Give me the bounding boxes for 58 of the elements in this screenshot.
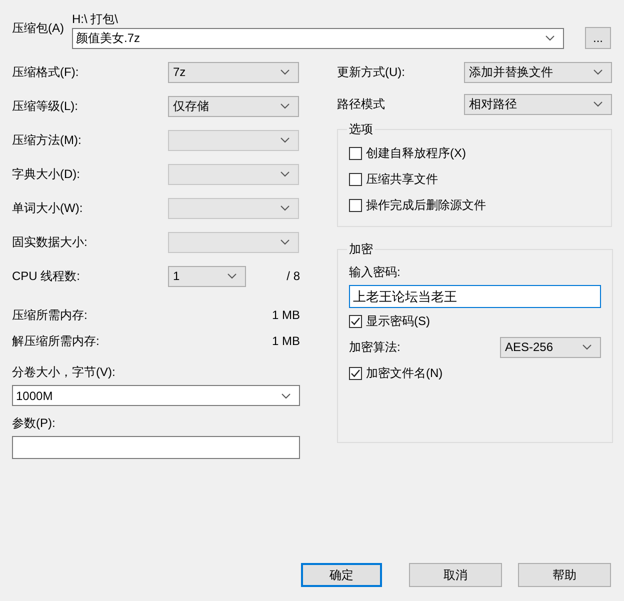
dropdown[interactable]: 1: [168, 266, 246, 286]
memory-value: 1 MB: [272, 308, 300, 322]
checkbox-label[interactable]: 压缩共享文件: [366, 170, 438, 188]
group-title: 选项: [348, 121, 374, 138]
checkbox[interactable]: [349, 146, 362, 160]
chevron-icon: [280, 137, 290, 143]
memory-value: 1 MB: [272, 334, 300, 348]
field-label: 参数(P):: [12, 415, 56, 431]
input-field[interactable]: [12, 436, 300, 459]
password-field[interactable]: 上老王论坛当老王: [349, 285, 601, 308]
field-label: 更新方式(U):: [337, 64, 405, 80]
chevron-icon: [280, 171, 290, 177]
dialog-button[interactable]: 帮助: [518, 563, 611, 587]
chevron-icon: [593, 69, 603, 75]
field-label: 压缩等级(L):: [12, 98, 79, 114]
field-label: 压缩方法(M):: [12, 132, 82, 148]
dialog-button[interactable]: 确定: [301, 563, 382, 587]
path-text: H:\ 打包\: [72, 12, 120, 27]
dropdown[interactable]: 仅存储: [168, 96, 299, 116]
memory-label: 解压缩所需内存:: [12, 332, 100, 350]
dropdown[interactable]: 7z: [168, 62, 299, 82]
dropdown[interactable]: 颜值美女.7z: [72, 28, 564, 48]
checkbox-label[interactable]: 创建自释放程序(X): [366, 144, 466, 162]
group-title: 加密: [348, 241, 374, 258]
browse-button[interactable]: ...: [585, 27, 611, 49]
field-label: 固实数据大小:: [12, 234, 88, 250]
field-label: 分卷大小，字节(V):: [12, 364, 116, 380]
dialog-button[interactable]: 取消: [409, 563, 502, 587]
field-label: 压缩格式(F):: [12, 64, 80, 80]
field-label: 加密算法:: [349, 338, 400, 356]
checkbox[interactable]: [349, 172, 362, 186]
field-label: 单词大小(W):: [12, 200, 84, 216]
checkbox[interactable]: [349, 314, 362, 328]
checkbox[interactable]: [349, 198, 362, 212]
field-label: 压缩包(A): [12, 20, 65, 37]
field-label: 输入密码:: [349, 264, 402, 280]
field-label: 字典大小(D):: [12, 166, 81, 182]
chevron-icon: [545, 35, 555, 41]
thread-total: / 8: [286, 269, 300, 283]
chevron-icon: [593, 101, 603, 107]
chevron-icon: [582, 344, 592, 350]
chevron-icon: [227, 273, 237, 279]
chevron-icon: [280, 103, 290, 109]
checkbox-label[interactable]: 操作完成后删除源文件: [366, 196, 486, 214]
dropdown[interactable]: 添加并替换文件: [464, 62, 612, 82]
chevron-icon: [280, 205, 290, 211]
memory-label: 压缩所需内存:: [12, 306, 88, 324]
checkbox-label[interactable]: 加密文件名(N): [366, 364, 443, 382]
dropdown[interactable]: AES-256: [500, 336, 601, 358]
chevron-icon: [280, 69, 290, 75]
chevron-icon: [281, 392, 291, 398]
field-label: 路径模式: [337, 96, 385, 112]
chevron-icon: [280, 239, 290, 245]
dropdown[interactable]: 相对路径: [464, 94, 612, 114]
checkbox-label[interactable]: 显示密码(S): [366, 312, 430, 330]
checkbox[interactable]: [349, 366, 362, 380]
field-label: CPU 线程数:: [12, 268, 82, 284]
dropdown[interactable]: 1000M: [12, 385, 300, 406]
